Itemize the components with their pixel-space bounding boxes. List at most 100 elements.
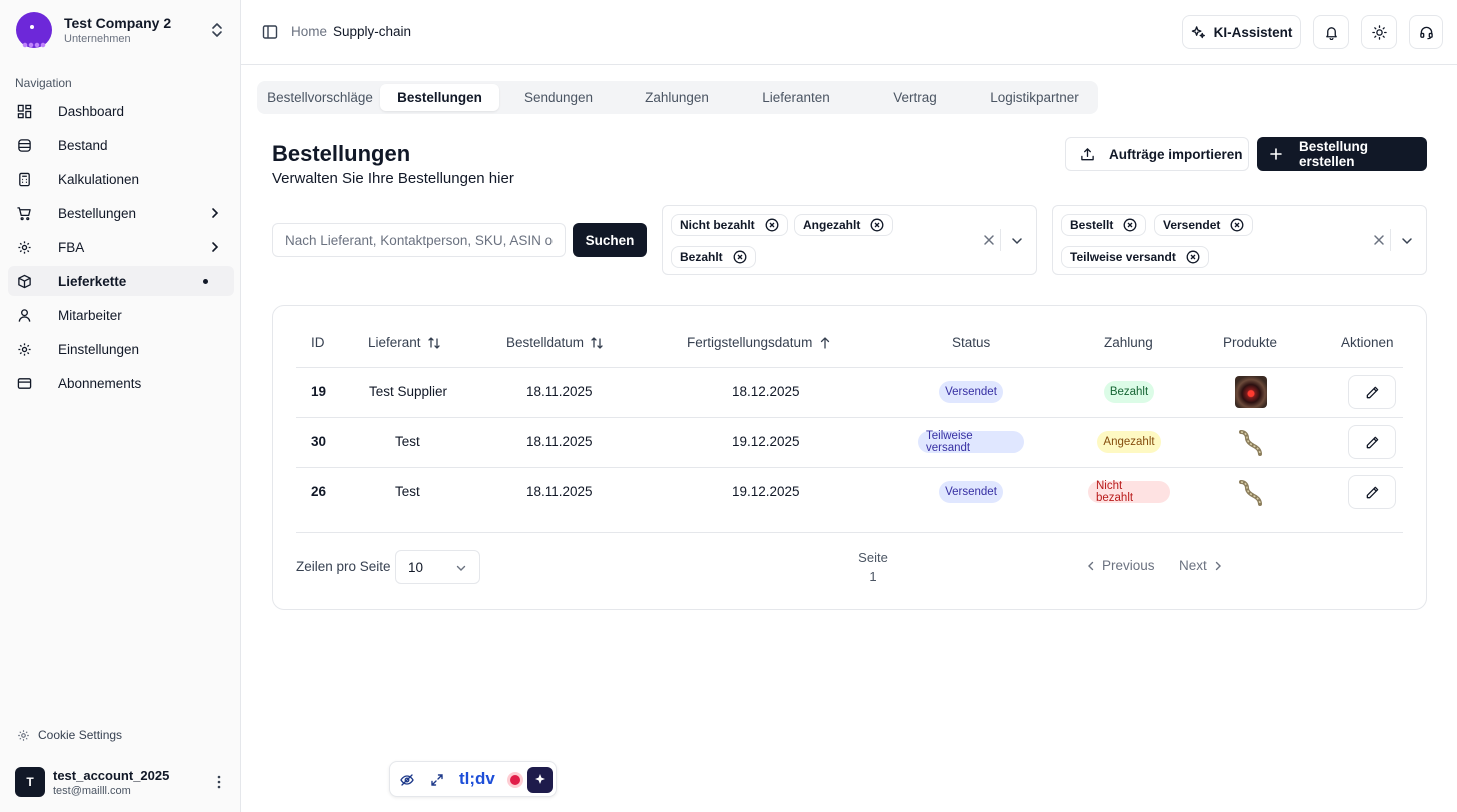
sort-ascending-icon (821, 336, 830, 349)
search-button[interactable]: Suchen (573, 223, 647, 257)
expand-icon[interactable] (430, 773, 444, 787)
gear-icon (16, 239, 32, 255)
company-logo (16, 12, 52, 48)
chevron-right-icon (1215, 561, 1221, 570)
chip-bestellt: Bestellt (1061, 214, 1147, 236)
ki-assistant-button[interactable]: KI-Assistent (1182, 15, 1301, 49)
column-header-supplier[interactable]: Lieferant (368, 335, 441, 350)
tab-lieferanten[interactable]: Lieferanten (737, 84, 855, 111)
sidebar-item-dashboard[interactable]: Dashboard (8, 96, 234, 126)
user-menu[interactable]: T test_account_2025 test@mailll.com (15, 764, 231, 800)
chevron-down-icon[interactable] (1010, 234, 1024, 248)
tab-logistikpartner[interactable]: Logistikpartner (975, 84, 1094, 111)
clear-icon[interactable] (982, 233, 996, 247)
chip-versendet: Versendet (1154, 214, 1254, 236)
chevron-down-icon[interactable] (1400, 234, 1414, 248)
tab-sendungen[interactable]: Sendungen (500, 84, 617, 111)
search-input[interactable] (272, 223, 566, 257)
settings-icon (16, 341, 32, 357)
remove-chip-icon[interactable] (1123, 218, 1137, 232)
create-order-button[interactable]: Bestellung erstellen (1257, 137, 1427, 171)
sidebar-item-abonnements[interactable]: Abonnements (8, 368, 234, 398)
column-header-label: Bestelldatum (506, 335, 585, 350)
tab-zahlungen[interactable]: Zahlungen (618, 84, 736, 111)
column-header-completion-date[interactable]: Fertigstellungsdatum (687, 335, 832, 350)
payment-filter[interactable]: Nicht bezahlt Angezahlt Bezahlt (662, 205, 1037, 275)
user-icon (16, 307, 32, 323)
sidebar-item-kalkulationen[interactable]: Kalkulationen (8, 164, 234, 194)
pencil-icon (1366, 436, 1378, 448)
remove-chip-icon[interactable] (1230, 218, 1244, 232)
tab-bestellungen[interactable]: Bestellungen (380, 84, 499, 111)
company-switcher[interactable]: Test Company 2 Unternehmen (16, 8, 232, 52)
row-divider (296, 417, 1403, 418)
payment-badge: Nicht bezahlt (1088, 480, 1170, 504)
status-badge: Versendet (939, 481, 1003, 503)
support-button[interactable] (1409, 15, 1443, 49)
chevrons-up-down-icon (212, 23, 222, 37)
rows-per-page-value: 10 (408, 559, 424, 575)
cell-supplier: Test Supplier (369, 384, 448, 399)
company-subtitle: Unternehmen (64, 33, 131, 45)
import-orders-label: Aufträge importieren (1109, 146, 1243, 162)
clear-icon[interactable] (1372, 233, 1386, 247)
rows-per-page-label: Zeilen pro Seite (296, 559, 391, 574)
record-icon[interactable] (507, 772, 523, 788)
sidebar-toggle-icon[interactable] (262, 24, 278, 40)
sidebar-item-bestand[interactable]: Bestand (8, 130, 234, 160)
nav-section-label: Navigation (15, 76, 72, 90)
divider (1390, 229, 1391, 251)
rows-per-page-select[interactable]: 10 (395, 550, 480, 584)
sidebar-item-label: Einstellungen (58, 341, 140, 357)
column-header-id: ID (311, 335, 325, 350)
tab-bestellvorschlaege[interactable]: Bestellvorschläge (261, 84, 379, 111)
chevron-right-icon (212, 208, 219, 218)
sidebar-item-einstellungen[interactable]: Einstellungen (8, 334, 234, 364)
product-thumbnail[interactable] (1235, 376, 1267, 408)
remove-chip-icon[interactable] (1186, 250, 1200, 264)
chip-label: Angezahlt (803, 218, 861, 232)
previous-page-button[interactable]: Previous (1086, 558, 1155, 573)
breadcrumb-home[interactable]: Home (291, 24, 327, 39)
remove-chip-icon[interactable] (733, 250, 747, 264)
page-number: 1 (869, 569, 877, 584)
sidebar-item-label: Lieferkette (58, 273, 127, 289)
remove-chip-icon[interactable] (870, 218, 884, 232)
eye-off-icon[interactable] (400, 773, 414, 787)
sidebar-item-bestellungen[interactable]: Bestellungen (8, 198, 234, 228)
breadcrumb-current: Supply-chain (333, 24, 412, 39)
company-name: Test Company 2 (64, 15, 172, 31)
product-thumbnail[interactable] (1235, 426, 1267, 458)
theme-toggle-button[interactable] (1361, 15, 1397, 49)
ai-sparkle-icon[interactable] (527, 767, 553, 793)
tab-vertrag[interactable]: Vertrag (856, 84, 974, 111)
product-thumbnail[interactable] (1235, 476, 1267, 508)
edit-order-button[interactable] (1348, 375, 1396, 409)
sidebar-item-fba[interactable]: FBA (8, 232, 234, 262)
status-filter[interactable]: Bestellt Versendet Teilweise versandt (1052, 205, 1427, 275)
column-header-order-date[interactable]: Bestelldatum (506, 335, 604, 350)
sidebar-item-mitarbeiter[interactable]: Mitarbeiter (8, 300, 234, 330)
status-badge: Versendet (939, 381, 1003, 403)
edit-order-button[interactable] (1348, 425, 1396, 459)
sort-icon (427, 336, 440, 349)
import-orders-button[interactable]: Aufträge importieren (1065, 137, 1249, 171)
database-icon (16, 137, 32, 153)
next-label: Next (1179, 558, 1207, 573)
notifications-button[interactable] (1313, 15, 1349, 49)
next-page-button[interactable]: Next (1179, 558, 1223, 573)
sidebar-item-lieferkette[interactable]: Lieferkette (8, 266, 234, 296)
more-vertical-icon[interactable] (215, 774, 223, 790)
sidebar: Test Company 2 Unternehmen Navigation Da… (0, 0, 241, 812)
page-subtitle: Verwalten Sie Ihre Bestellungen hier (272, 170, 514, 187)
cell-order-date: 18.11.2025 (526, 384, 593, 399)
cell-id: 30 (311, 434, 327, 449)
sparkles-icon (1191, 25, 1205, 38)
remove-chip-icon[interactable] (765, 218, 779, 232)
column-header-label: Lieferant (368, 335, 421, 350)
cookie-settings-link[interactable]: Cookie Settings (17, 728, 122, 742)
bell-icon (1325, 26, 1337, 40)
headset-icon (1419, 26, 1433, 39)
column-header-label: Aktionen (1341, 335, 1394, 350)
edit-order-button[interactable] (1348, 475, 1396, 509)
